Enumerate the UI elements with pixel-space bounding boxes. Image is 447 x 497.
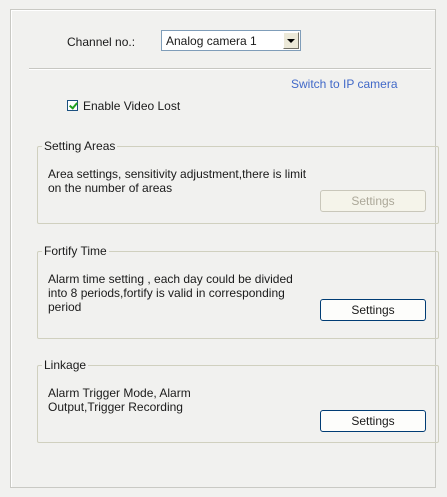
setting-areas-settings-button[interactable]: Settings xyxy=(320,190,426,212)
enable-video-lost-label: Enable Video Lost xyxy=(83,99,181,113)
channel-select[interactable]: Analog camera 1 xyxy=(161,30,301,51)
fortify-time-title: Fortify Time xyxy=(42,244,109,258)
switch-to-ip-camera-link[interactable]: Switch to IP camera xyxy=(291,77,398,91)
video-lost-settings-panel: Channel no.: Analog camera 1 Switch to I… xyxy=(10,9,439,488)
fortify-time-description: Alarm time setting , each day could be d… xyxy=(48,272,293,314)
fortify-time-group: Fortify Time Alarm time setting , each d… xyxy=(37,244,439,339)
chevron-down-icon[interactable] xyxy=(283,32,299,49)
linkage-description: Alarm Trigger Mode, Alarm Output,Trigger… xyxy=(48,386,191,414)
linkage-group: Linkage Alarm Trigger Mode, Alarm Output… xyxy=(37,358,439,443)
linkage-title: Linkage xyxy=(42,358,89,372)
setting-areas-description: Area settings, sensitivity adjustment,th… xyxy=(48,167,307,195)
channel-select-value: Analog camera 1 xyxy=(166,34,257,48)
fortify-time-settings-button[interactable]: Settings xyxy=(320,299,426,321)
channel-label: Channel no.: xyxy=(67,35,136,49)
enable-video-lost-checkbox[interactable] xyxy=(67,100,78,111)
setting-areas-group: Setting Areas Area settings, sensitivity… xyxy=(37,139,439,224)
setting-areas-title: Setting Areas xyxy=(42,139,118,153)
linkage-settings-button[interactable]: Settings xyxy=(320,410,426,432)
divider xyxy=(29,68,431,70)
